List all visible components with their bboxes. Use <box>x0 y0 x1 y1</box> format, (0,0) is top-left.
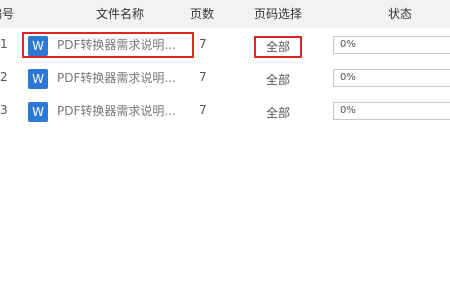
progress-bar: 0% <box>333 102 450 120</box>
column-header-status: 状态 <box>387 7 412 21</box>
column-header-page-range: 页码选择 <box>253 7 302 21</box>
word-icon: W <box>28 69 48 89</box>
file-cell[interactable]: W PDF转换器需求说明... <box>22 65 194 91</box>
file-name: PDF转换器需求说明... <box>57 71 176 85</box>
page-count: 7 <box>199 103 207 117</box>
table-row[interactable]: 3 W PDF转换器需求说明... 7 全部 0% <box>0 94 450 127</box>
row-index: 3 <box>0 103 8 117</box>
table-row[interactable]: 1 W PDF转换器需求说明... 7 全部 0% <box>0 28 450 61</box>
column-header-file-name: 文件名称 <box>95 7 144 21</box>
row-index: 2 <box>0 70 8 84</box>
progress-text: 0% <box>340 105 356 116</box>
file-name: PDF转换器需求说明... <box>57 104 176 118</box>
page-range-select[interactable]: 全部 <box>254 36 302 58</box>
file-cell[interactable]: W PDF转换器需求说明... <box>22 32 194 58</box>
file-cell[interactable]: W PDF转换器需求说明... <box>22 98 194 124</box>
column-header-pages: 页数 <box>189 7 214 21</box>
page-count: 7 <box>199 37 207 51</box>
file-name: PDF转换器需求说明... <box>57 38 176 52</box>
progress-text: 0% <box>340 72 356 83</box>
table-header: 编号 文件名称 页数 页码选择 状态 <box>0 0 450 28</box>
word-icon: W <box>28 102 48 122</box>
page-range-select[interactable]: 全部 <box>254 69 302 91</box>
table-row[interactable]: 2 W PDF转换器需求说明... 7 全部 0% <box>0 61 450 94</box>
row-index: 1 <box>0 37 8 51</box>
column-header-index: 编号 <box>0 7 15 21</box>
progress-bar: 0% <box>333 36 450 54</box>
page-count: 7 <box>199 70 207 84</box>
word-icon: W <box>28 36 48 56</box>
page-range-select[interactable]: 全部 <box>254 102 302 124</box>
progress-text: 0% <box>340 39 356 50</box>
progress-bar: 0% <box>333 69 450 87</box>
